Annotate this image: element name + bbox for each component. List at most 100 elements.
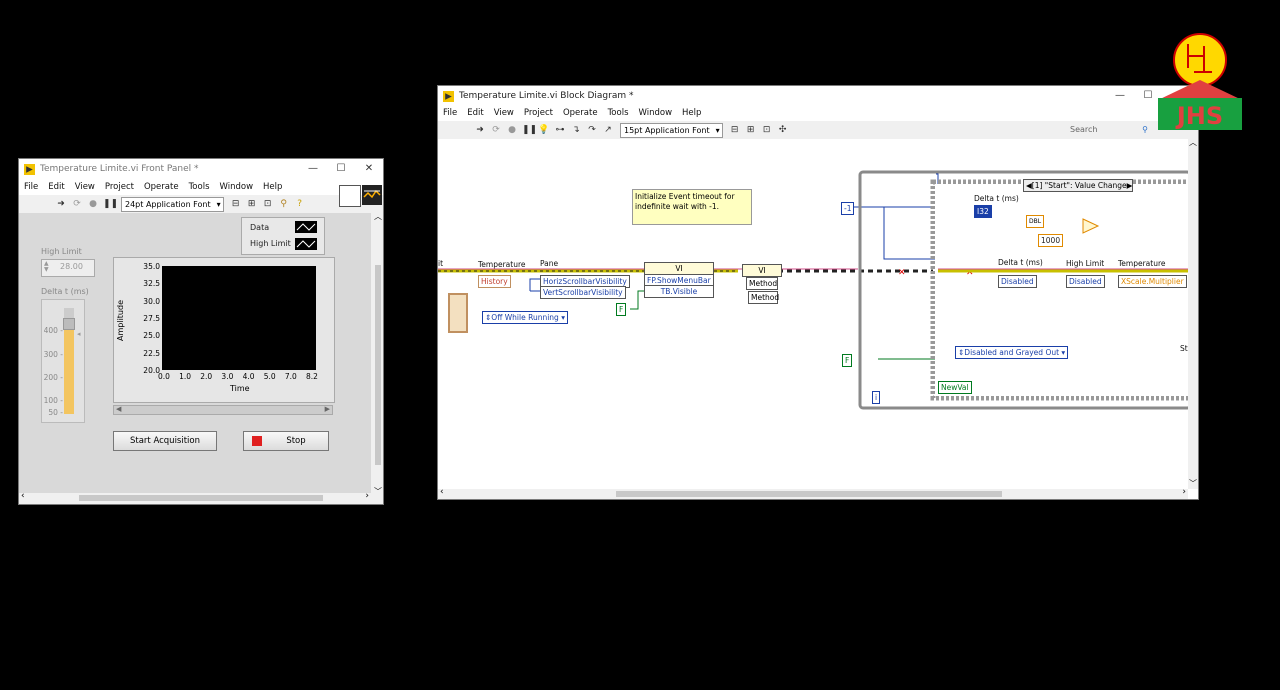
vscroll-thumb[interactable] <box>375 265 381 465</box>
run-arrow-icon[interactable]: ➜ <box>474 124 486 136</box>
false-constant-2[interactable]: F <box>842 354 853 367</box>
scroll-right-icon[interactable]: › <box>1182 487 1186 497</box>
retain-wire-values-icon[interactable]: ⊶ <box>554 124 566 136</box>
front-panel-hscroll[interactable]: ‹ › <box>19 491 371 503</box>
help-icon[interactable]: ? <box>294 198 306 210</box>
run-arrow-icon[interactable]: ➜ <box>55 198 67 210</box>
property-tb-visible[interactable]: TB.Visible <box>644 285 714 298</box>
increment-arrows-icon[interactable]: ▲ ▼ <box>44 261 49 273</box>
font-select[interactable]: 24pt Application Font <box>121 196 224 212</box>
step-out-icon[interactable]: ↗ <box>602 124 614 136</box>
menu-edit[interactable]: Edit <box>467 108 483 118</box>
newval-terminal[interactable]: NewVal <box>938 381 972 394</box>
convert-dbl[interactable]: DBL <box>1026 215 1045 228</box>
search-icon[interactable]: ⚲ <box>278 198 290 210</box>
scroll-down-icon[interactable]: ﹀ <box>1189 478 1197 489</box>
close-icon[interactable]: ✕ <box>355 159 383 179</box>
scroll-left-icon[interactable]: ◀ <box>116 405 121 413</box>
menu-project[interactable]: Project <box>524 108 553 118</box>
method-1[interactable]: Method <box>746 277 778 290</box>
menu-edit[interactable]: Edit <box>48 182 64 192</box>
slider-pointer-icon: ◂ <box>77 330 81 338</box>
scroll-up-icon[interactable]: ︿ <box>374 211 382 222</box>
search-box[interactable]: Search ⚲ <box>1060 123 1150 136</box>
high-limit-control[interactable]: ▲ ▼ 28.00 <box>41 259 95 277</box>
property-disabled-1[interactable]: Disabled <box>998 275 1037 288</box>
step-into-icon[interactable]: ↴ <box>570 124 582 136</box>
menu-tools[interactable]: Tools <box>608 108 629 118</box>
iteration-terminal[interactable]: i <box>872 391 881 404</box>
scroll-right-icon[interactable]: › <box>365 491 369 501</box>
menu-project[interactable]: Project <box>105 182 134 192</box>
diagram-canvas[interactable]: ✕ ✕ Initialize Event timeout for indefin… <box>438 139 1188 489</box>
menu-help[interactable]: Help <box>263 182 282 192</box>
reorder-icon[interactable]: ⊡ <box>262 198 274 210</box>
menu-operate[interactable]: Operate <box>144 182 179 192</box>
scroll-up-icon[interactable]: ︿ <box>1189 137 1197 148</box>
false-constant-1[interactable]: F <box>616 303 627 316</box>
menu-file[interactable]: File <box>24 182 38 192</box>
slider-thumb[interactable] <box>63 317 75 330</box>
block-diagram-vscroll[interactable]: ︿ ﹀ <box>1188 137 1198 489</box>
menu-window[interactable]: Window <box>639 108 673 118</box>
vi-invoke-node[interactable]: VI <box>742 264 782 277</box>
property-disabled-2[interactable]: Disabled <box>1066 275 1105 288</box>
distribute-icon[interactable]: ⊞ <box>745 124 757 136</box>
method-2[interactable]: Method <box>748 291 779 304</box>
abort-icon[interactable]: ● <box>506 124 518 136</box>
font-select[interactable]: 15pt Application Font <box>620 122 723 138</box>
comment-box[interactable]: Initialize Event timeout for indefinite … <box>632 189 752 225</box>
minimize-icon[interactable]: — <box>1106 86 1134 106</box>
front-panel-titlebar[interactable]: Temperature Limite.vi Front Panel * — ☐ … <box>19 159 383 179</box>
block-diagram-titlebar[interactable]: Temperature Limite.vi Block Diagram * — … <box>438 86 1198 106</box>
hscroll-thumb[interactable] <box>616 491 1002 497</box>
property-history[interactable]: History <box>478 275 511 288</box>
property-xscale-multiplier[interactable]: XScale.Multiplier <box>1118 275 1187 288</box>
menu-view[interactable]: View <box>494 108 514 118</box>
menu-window[interactable]: Window <box>220 182 254 192</box>
event-case-selector[interactable]: ◀[1] "Start": Value Change▶ <box>1023 179 1133 192</box>
search-icon[interactable]: ⚲ <box>1142 123 1148 136</box>
enum-off-while-running[interactable]: ⇕Off While Running ▾ <box>482 311 568 324</box>
minimize-icon[interactable]: — <box>299 159 327 179</box>
chart-scrollbar[interactable]: ◀ ▶ <box>113 405 333 415</box>
property-vert-scrollbar[interactable]: VertScrollbarVisibility <box>540 286 626 299</box>
align-icon[interactable]: ⊟ <box>230 198 242 210</box>
distribute-icon[interactable]: ⊞ <box>246 198 258 210</box>
start-acquisition-button[interactable]: Start Acquisition <box>113 431 217 451</box>
menu-file[interactable]: File <box>443 108 457 118</box>
slider-track <box>63 308 75 414</box>
menu-help[interactable]: Help <box>682 108 701 118</box>
block-diagram-hscroll[interactable]: ‹ › <box>438 487 1188 499</box>
menu-view[interactable]: View <box>75 182 95 192</box>
run-continuously-icon[interactable]: ⟳ <box>490 124 502 136</box>
terminal-i32[interactable]: I32 <box>974 205 992 218</box>
maximize-icon[interactable]: ☐ <box>327 159 355 179</box>
run-continuously-icon[interactable]: ⟳ <box>71 198 83 210</box>
const-minus-one[interactable]: -1 <box>841 202 855 215</box>
const-1000[interactable]: 1000 <box>1038 234 1064 247</box>
scroll-left-icon[interactable]: ‹ <box>440 487 444 497</box>
slider-ticks: 400 - 300 - 200 - 100 - 50 - <box>42 300 64 420</box>
step-over-icon[interactable]: ↷ <box>586 124 598 136</box>
align-icon[interactable]: ⊟ <box>729 124 741 136</box>
menu-tools[interactable]: Tools <box>189 182 210 192</box>
reorder-icon[interactable]: ⊡ <box>761 124 773 136</box>
stop-button[interactable]: Stop <box>243 431 329 451</box>
pause-icon[interactable]: ❚❚ <box>103 198 118 210</box>
scroll-down-icon[interactable]: ﹀ <box>374 486 382 497</box>
enum-disabled-grayed-out[interactable]: ⇕Disabled and Grayed Out ▾ <box>955 346 1069 359</box>
plot-legend[interactable]: Data High Limit <box>241 217 325 255</box>
x-tick-label: 7.0 <box>284 372 297 381</box>
cleanup-diagram-icon[interactable]: ✣ <box>777 124 789 136</box>
menu-operate[interactable]: Operate <box>563 108 598 118</box>
highlight-execution-icon[interactable]: 💡 <box>538 124 550 136</box>
scroll-right-icon[interactable]: ▶ <box>325 405 330 413</box>
pause-icon[interactable]: ❚❚ <box>522 124 537 136</box>
jhs-logo: JHS <box>1158 32 1242 130</box>
scroll-left-icon[interactable]: ‹ <box>21 491 25 501</box>
abort-icon[interactable]: ● <box>87 198 99 210</box>
front-panel-vscroll[interactable]: ︿ ﹀ <box>373 211 383 497</box>
front-panel-window: Temperature Limite.vi Front Panel * — ☐ … <box>18 158 384 505</box>
hscroll-thumb[interactable] <box>79 495 323 501</box>
